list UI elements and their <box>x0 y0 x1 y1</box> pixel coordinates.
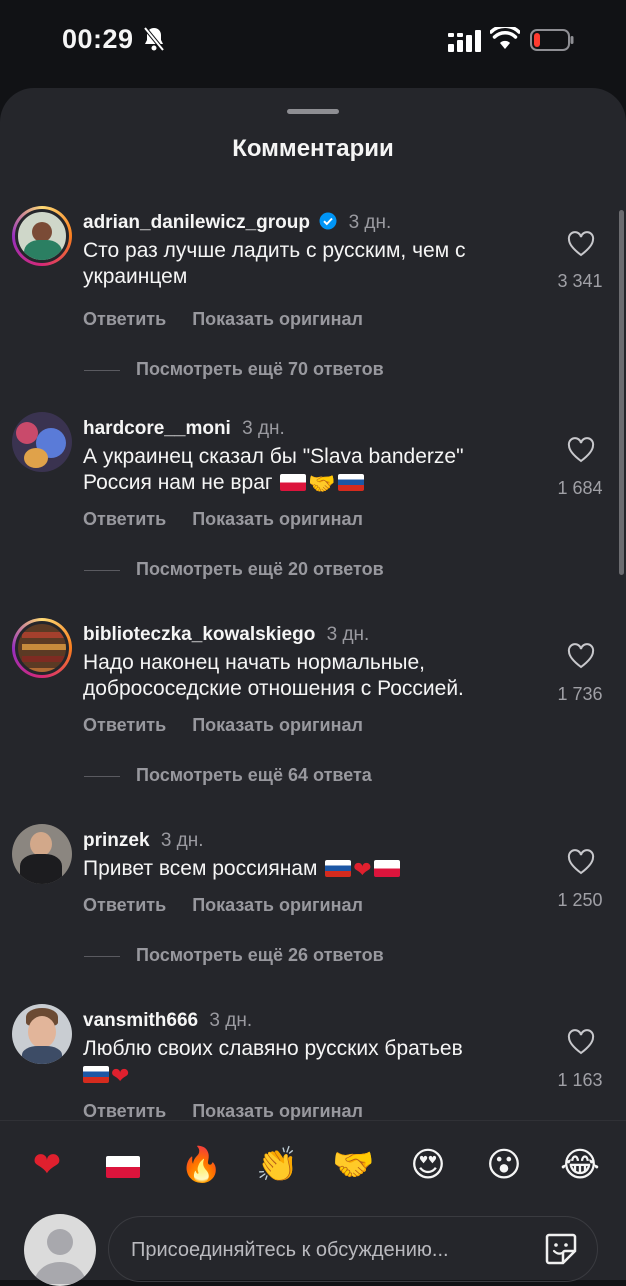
reply-button[interactable]: Ответить <box>83 715 166 735</box>
reply-button[interactable]: Ответить <box>83 509 166 529</box>
comment-text: Привет всем россиянам ❤ <box>83 856 523 882</box>
compose-bar: Присоединяйтесь к обсуждению... <box>0 1212 626 1286</box>
emoji-red-heart-button[interactable]: ❤ <box>27 1145 67 1185</box>
show-original-button[interactable]: Показать оригинал <box>192 309 363 329</box>
avatar[interactable] <box>12 412 72 472</box>
avatar[interactable] <box>12 1004 72 1064</box>
comment-item: adrian_danilewicz_group 3 дн. Сто раз лу… <box>0 206 626 406</box>
view-replies-button[interactable]: Посмотреть ещё 20 ответов <box>84 559 384 580</box>
red-heart-emoji: ❤ <box>353 857 372 882</box>
flag-russia-emoji <box>83 1066 109 1083</box>
like-count: 1 250 <box>557 890 603 910</box>
status-bar: 00:29 <box>0 0 626 85</box>
emoji-heart-eyes-button[interactable]: 😍 <box>408 1145 448 1185</box>
comment-text: А украинец сказал бы "Slava banderze" Ро… <box>83 445 464 496</box>
flag-poland-emoji <box>280 474 307 491</box>
flag-russia-emoji <box>337 474 364 491</box>
handshake-emoji: 🤝 <box>308 471 336 496</box>
quick-emoji-bar: ❤ 🔥 👏 🤝 😍 😮 😂 <box>0 1120 626 1213</box>
heart-icon[interactable] <box>567 231 595 257</box>
comment-age: 3 дн. <box>348 212 392 233</box>
reply-button[interactable]: Ответить <box>83 1101 166 1121</box>
comment-age: 3 дн. <box>209 1010 253 1031</box>
comment-age: 3 дн. <box>160 830 204 851</box>
show-original-button[interactable]: Показать оригинал <box>192 509 363 529</box>
show-original-button[interactable]: Показать оригинал <box>192 895 363 915</box>
comments-list: adrian_danilewicz_group 3 дн. Сто раз лу… <box>0 200 626 1124</box>
reply-button[interactable]: Ответить <box>83 895 166 915</box>
my-avatar <box>24 1214 96 1286</box>
wifi-icon <box>490 27 520 49</box>
red-heart-emoji: ❤ <box>111 1063 130 1088</box>
comment-username[interactable]: vansmith666 <box>83 1010 198 1031</box>
default-avatar-icon <box>34 1229 86 1284</box>
avatar[interactable] <box>12 618 72 678</box>
view-replies-button[interactable]: Посмотреть ещё 64 ответа <box>84 765 372 786</box>
comment-item: hardcore__moni 3 дн. А украинец сказал б… <box>0 412 626 612</box>
sheet-title: Комментарии <box>232 135 394 162</box>
comment-text: Сто раз лучше ладить с русским, чем с ук… <box>83 239 466 288</box>
avatar[interactable] <box>12 206 72 266</box>
bell-slash-icon <box>143 26 165 52</box>
comment-item: prinzek 3 дн. Привет всем россиянам ❤ 1 … <box>0 824 626 1004</box>
like-count: 1 736 <box>557 684 603 704</box>
comment-input[interactable]: Присоединяйтесь к обсуждению... <box>108 1216 598 1282</box>
comment-age: 3 дн. <box>326 624 370 645</box>
comment-item: vansmith666 3 дн. Люблю своих славяно ру… <box>0 1004 626 1124</box>
sticker-icon[interactable] <box>543 1231 579 1267</box>
comment-username[interactable]: hardcore__moni <box>83 418 231 439</box>
like-count: 1 684 <box>557 478 603 498</box>
flag-poland-emoji <box>373 860 400 877</box>
emoji-handshake-button[interactable]: 🤝 <box>332 1145 374 1185</box>
comment-input-placeholder: Присоединяйтесь к обсуждению... <box>131 1239 449 1261</box>
comment-username[interactable]: adrian_danilewicz_group <box>83 212 310 233</box>
heart-icon[interactable] <box>567 1029 595 1055</box>
heart-icon[interactable] <box>567 437 595 463</box>
comment-username[interactable]: prinzek <box>83 830 150 851</box>
emoji-tears-of-joy-button[interactable]: 😂 <box>560 1145 600 1185</box>
comment-username[interactable]: biblioteczka_kowalskiego <box>83 624 315 645</box>
heart-icon[interactable] <box>567 849 595 875</box>
cellular-signal-icon <box>448 30 481 52</box>
avatar[interactable] <box>12 824 72 884</box>
battery-low-icon <box>530 29 574 51</box>
status-time: 00:29 <box>62 24 134 54</box>
like-count: 3 341 <box>557 271 603 291</box>
view-replies-button[interactable]: Посмотреть ещё 26 ответов <box>84 945 384 966</box>
flag-russia-emoji <box>325 860 352 877</box>
comment-text: Надо наконец начать нормальные, добросос… <box>83 651 464 700</box>
comment-text: Люблю своих славяно русских братьев ❤ <box>83 1037 463 1088</box>
emoji-clapping-hands-button[interactable]: 👏 <box>256 1145 298 1185</box>
comment-item: biblioteczka_kowalskiego 3 дн. Надо нако… <box>0 618 626 818</box>
heart-icon[interactable] <box>567 643 595 669</box>
show-original-button[interactable]: Показать оригинал <box>192 1101 363 1121</box>
comment-age: 3 дн. <box>242 418 285 439</box>
view-replies-button[interactable]: Посмотреть ещё 70 ответов <box>84 359 384 380</box>
show-original-button[interactable]: Показать оригинал <box>192 715 363 735</box>
emoji-flag-poland-button[interactable] <box>103 1145 143 1185</box>
like-count: 1 163 <box>557 1070 603 1090</box>
comments-sheet: Комментарии adrian_danilewicz_group 3 дн… <box>0 88 626 1280</box>
emoji-fire-button[interactable]: 🔥 <box>180 1145 222 1185</box>
verified-badge-icon <box>319 212 337 230</box>
emoji-surprised-face-button[interactable]: 😮 <box>484 1145 524 1185</box>
reply-button[interactable]: Ответить <box>83 309 166 329</box>
sheet-grabber[interactable] <box>287 109 339 114</box>
